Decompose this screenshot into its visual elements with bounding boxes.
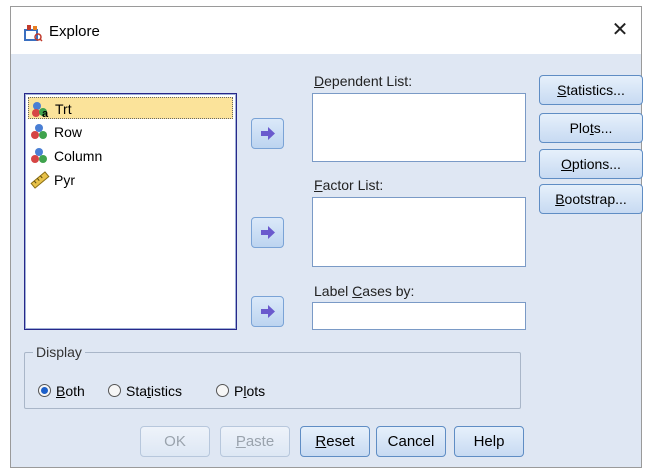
bootstrap-button[interactable]: Bootstrap... (539, 184, 643, 214)
variable-item-column[interactable]: Column (28, 145, 233, 167)
variable-label: Trt (55, 101, 72, 117)
label-cases-box[interactable] (312, 302, 526, 330)
cancel-button[interactable]: Cancel (376, 426, 446, 457)
move-to-label-cases-button[interactable] (251, 296, 284, 327)
radio-checked-icon (38, 384, 51, 397)
ok-button[interactable]: OK (140, 426, 210, 457)
nominal-variable-icon (31, 124, 47, 139)
help-button[interactable]: Help (454, 426, 524, 457)
options-button[interactable]: Options... (539, 149, 643, 179)
svg-text:a: a (42, 108, 49, 118)
radio-unchecked-icon (108, 384, 121, 397)
radio-label: Plots (234, 383, 266, 399)
display-group-legend: Display (33, 344, 85, 360)
right-arrow-icon (261, 127, 275, 140)
variable-item-row[interactable]: Row (28, 121, 233, 143)
dependent-list-label: Dependent List: (314, 73, 413, 89)
variable-label: Column (54, 148, 103, 164)
window-title: Explore (49, 23, 100, 40)
display-group (24, 352, 521, 409)
nominal-variable-icon: a (32, 102, 49, 118)
variable-label: Row (54, 124, 83, 140)
right-arrow-icon (261, 226, 275, 239)
radio-label: Both (56, 383, 85, 399)
plots-button[interactable]: Plots... (539, 113, 643, 143)
title-bar: Explore ✕ (11, 7, 641, 54)
variable-item-trt[interactable]: a Trt (28, 97, 233, 119)
dependent-list-box[interactable] (312, 93, 526, 162)
reset-button[interactable]: Reset (300, 426, 370, 457)
right-arrow-icon (261, 305, 275, 318)
label-cases-label: Label Cases by: (314, 283, 415, 299)
radio-unchecked-icon (216, 384, 229, 397)
close-button[interactable]: ✕ (603, 15, 637, 47)
move-to-factor-button[interactable] (251, 217, 284, 248)
radio-label: Statistics (126, 383, 183, 399)
explore-dialog: Explore ✕ a Trt Row Column Pyr Dependent… (10, 6, 643, 468)
factor-list-box[interactable] (312, 197, 526, 267)
paste-button[interactable]: Paste (220, 426, 290, 457)
move-to-dependent-button[interactable] (251, 118, 284, 149)
statistics-button[interactable]: Statistics... (539, 75, 643, 105)
explore-app-icon (24, 25, 43, 42)
nominal-variable-icon (31, 148, 47, 163)
factor-list-label: Factor List: (314, 177, 384, 193)
variable-label: Pyr (54, 172, 75, 188)
variable-item-pyr[interactable]: Pyr (28, 169, 233, 191)
scale-variable-icon (30, 171, 50, 189)
source-variable-list[interactable]: a Trt Row Column Pyr (24, 93, 237, 330)
